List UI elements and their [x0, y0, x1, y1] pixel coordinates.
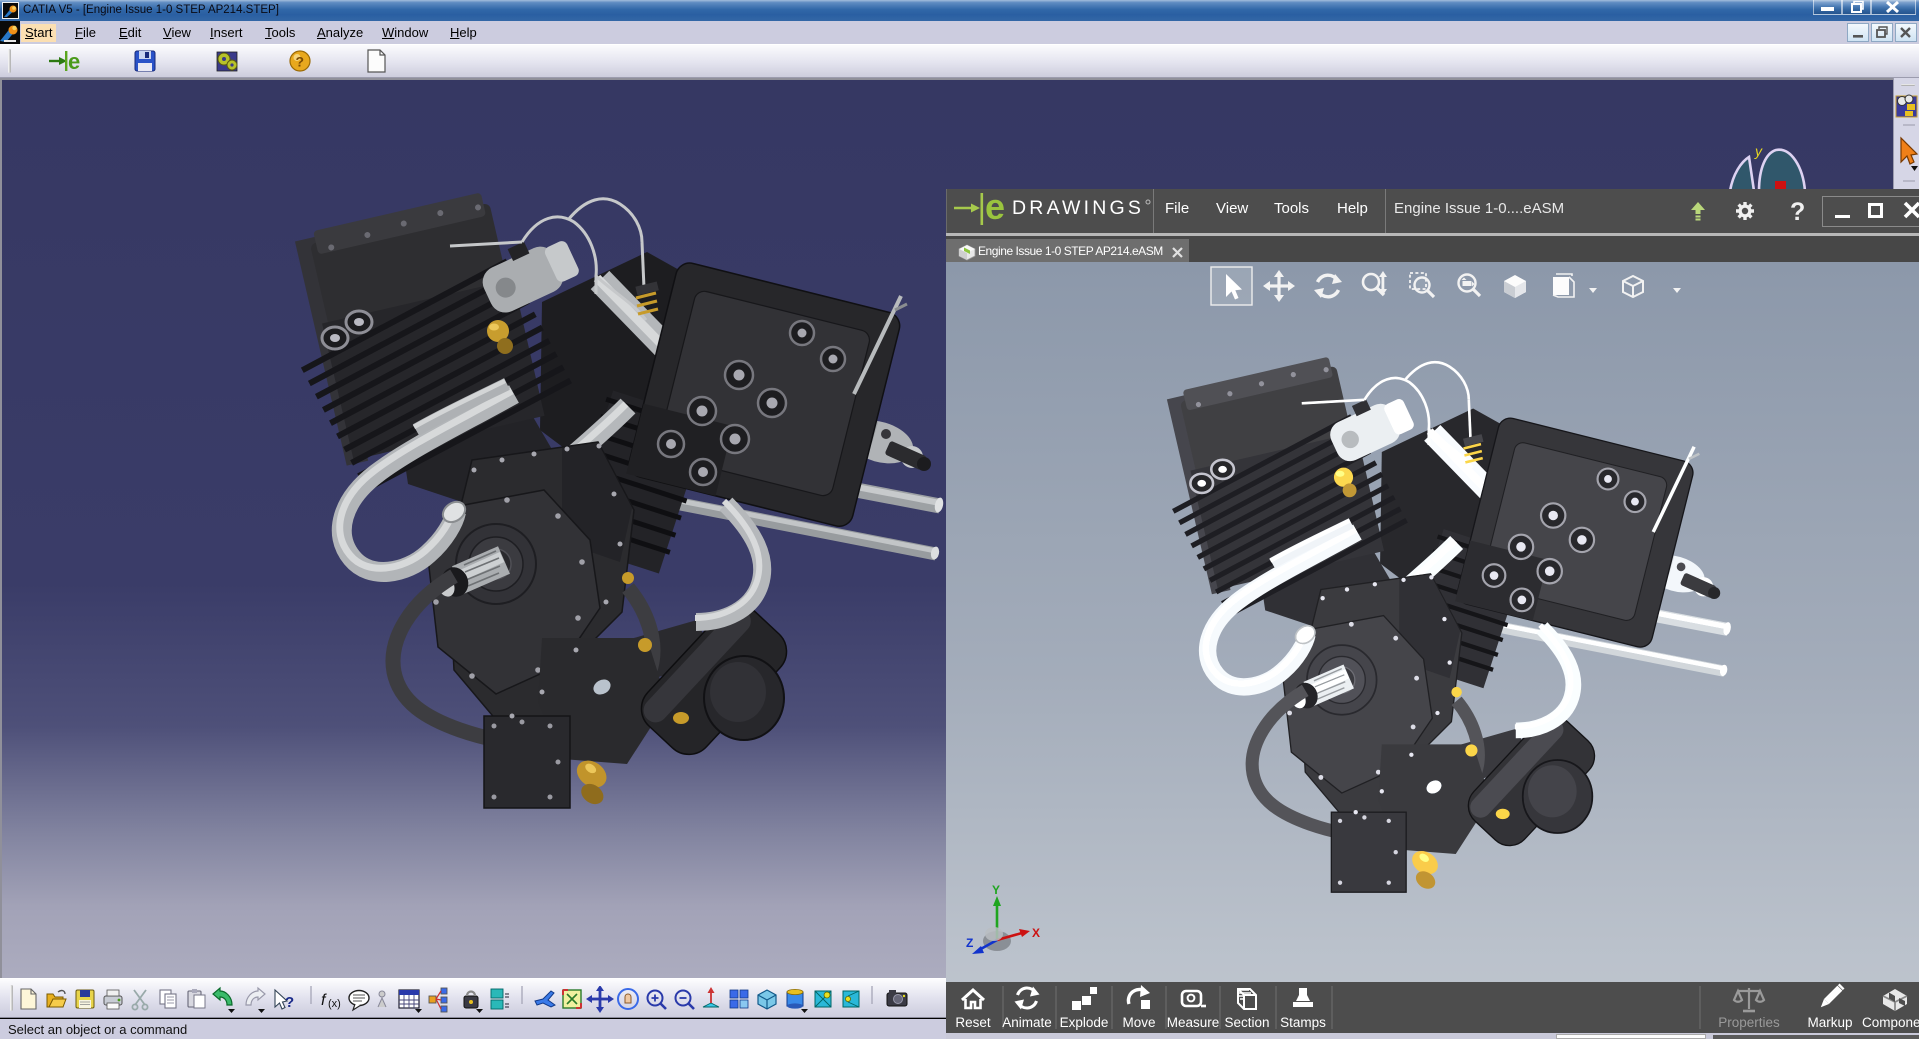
svg-text:e: e: [68, 49, 80, 74]
svg-text:Explode: Explode: [1060, 1015, 1109, 1030]
svg-text:Animate: Animate: [1002, 1015, 1052, 1030]
svg-text:(x): (x): [328, 998, 341, 1010]
svg-text:Measure: Measure: [1167, 1015, 1220, 1030]
svg-text:Stamps: Stamps: [1280, 1015, 1326, 1030]
svg-text:X: X: [1032, 926, 1040, 940]
svg-text:Reset: Reset: [955, 1015, 991, 1030]
svg-text:Componen: Componen: [1862, 1015, 1919, 1030]
svg-text:Section: Section: [1224, 1015, 1269, 1030]
svg-text:f: f: [321, 992, 327, 1009]
svg-text:y: y: [1754, 143, 1763, 159]
svg-text:e: e: [985, 189, 1005, 227]
svg-text:Move: Move: [1122, 1015, 1155, 1030]
svg-text:Properties: Properties: [1718, 1015, 1780, 1030]
svg-text:Z: Z: [966, 936, 973, 950]
svg-text:?: ?: [285, 994, 294, 1011]
svg-text:Y: Y: [992, 883, 1000, 897]
svg-text:?: ?: [1790, 198, 1805, 225]
svg-text:DRAWINGS: DRAWINGS: [1012, 197, 1144, 219]
svg-text:?: ?: [296, 54, 305, 70]
svg-text:Markup: Markup: [1807, 1015, 1852, 1030]
